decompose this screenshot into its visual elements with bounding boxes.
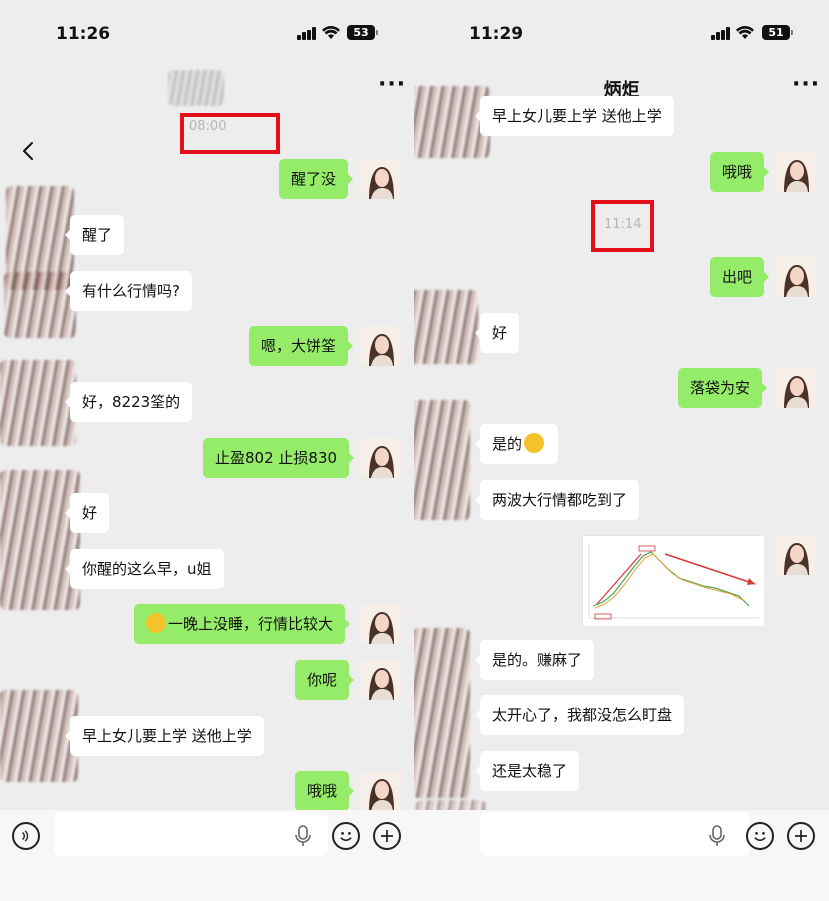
plus-icon[interactable] <box>373 822 401 850</box>
signal-icon <box>711 27 731 40</box>
status-time: 11:29 <box>469 24 524 44</box>
avatar[interactable] <box>361 604 401 644</box>
message-bubble[interactable]: 好 <box>474 313 520 353</box>
message-bubble[interactable]: 你呢 <box>295 660 355 700</box>
more-dots-icon[interactable]: ··· <box>792 72 820 97</box>
message-bubble[interactable]: 还是太稳了 <box>474 751 580 791</box>
highlight-box <box>180 113 280 154</box>
avatar-blurred <box>4 272 76 338</box>
message-bubble[interactable]: 有什么行情吗? <box>65 271 192 311</box>
battery-icon: 53 <box>347 25 378 40</box>
message-bubble[interactable]: 哦哦 <box>710 152 770 192</box>
mic-icon[interactable] <box>294 824 312 848</box>
message-bubble[interactable]: 落袋为安 <box>678 368 768 408</box>
avatar[interactable] <box>361 326 401 366</box>
message-bubble[interactable]: 早上女儿要上学 送他上学 <box>475 96 674 136</box>
emoji-icon[interactable] <box>332 822 360 850</box>
status-time: 11:26 <box>56 24 111 44</box>
message-bubble[interactable]: 好 <box>64 493 110 533</box>
avatar-blurred <box>414 628 470 798</box>
message-bubble[interactable]: 一晚上没睡，行情比较大 <box>134 604 351 644</box>
wifi-icon <box>736 25 754 39</box>
chevron-left-icon[interactable] <box>18 140 40 162</box>
message-bubble[interactable]: 两波大行情都吃到了 <box>474 480 640 520</box>
more-dots-icon[interactable]: ··· <box>378 72 406 97</box>
avatar-blurred <box>414 86 490 158</box>
avatar-blurred <box>0 470 80 610</box>
message-bubble[interactable]: 止盈802 止损830 <box>203 438 355 478</box>
avatar[interactable] <box>361 438 401 478</box>
avatar[interactable] <box>776 257 816 297</box>
message-bubble[interactable]: 出吧 <box>710 257 770 297</box>
message-bubble[interactable]: 嗯，大饼筌 <box>249 326 354 366</box>
status-bar: 11:29 51 <box>414 0 829 64</box>
price-chart-thumbnail <box>583 536 764 626</box>
avatar-blurred <box>414 400 470 520</box>
message-bubble[interactable]: 早上女儿要上学 送他上学 <box>65 716 264 756</box>
voice-icon[interactable] <box>12 822 40 850</box>
blurred-title <box>168 70 224 106</box>
plus-icon[interactable] <box>787 822 815 850</box>
grin-emoji-icon <box>524 433 545 453</box>
message-bubble[interactable]: 哦哦 <box>295 771 355 811</box>
avatar-blurred <box>414 290 478 364</box>
message-bubble[interactable]: 你醒的这么早，u姐 <box>65 549 224 589</box>
crying-laugh-emoji-icon <box>146 613 166 633</box>
right-chat-screenshot: 11:29 51 炳炬 ··· 早上女儿要上学 送他上学 哦哦 11:14 出吧… <box>414 0 829 901</box>
chart-image-message[interactable] <box>582 535 764 626</box>
message-bubble[interactable]: 醒了 <box>64 215 125 255</box>
highlight-box <box>591 200 654 252</box>
message-input[interactable] <box>54 812 328 856</box>
message-bubble[interactable]: 好，8223筌的 <box>64 382 193 422</box>
message-bubble[interactable]: 醒了没 <box>279 159 354 199</box>
status-bar: 11:26 53 <box>0 0 414 64</box>
battery-icon: 51 <box>762 25 793 40</box>
avatar[interactable] <box>361 159 401 199</box>
mic-icon[interactable] <box>708 824 726 848</box>
signal-icon <box>297 27 317 40</box>
wifi-icon <box>322 25 340 39</box>
message-bubble[interactable]: 是的 <box>474 424 559 464</box>
left-chat-screenshot: 11:26 53 ··· 08:00 醒了没 醒了 有什么行情吗? 嗯，大饼筌 … <box>0 0 414 901</box>
message-bubble[interactable]: 是的。赚麻了 <box>474 640 595 680</box>
avatar[interactable] <box>361 771 401 811</box>
message-bubble[interactable]: 太开心了，我都没怎么盯盘 <box>474 695 685 735</box>
avatar[interactable] <box>776 152 816 192</box>
emoji-icon[interactable] <box>746 822 774 850</box>
avatar[interactable] <box>361 660 401 700</box>
avatar[interactable] <box>776 535 816 575</box>
avatar[interactable] <box>776 368 816 408</box>
